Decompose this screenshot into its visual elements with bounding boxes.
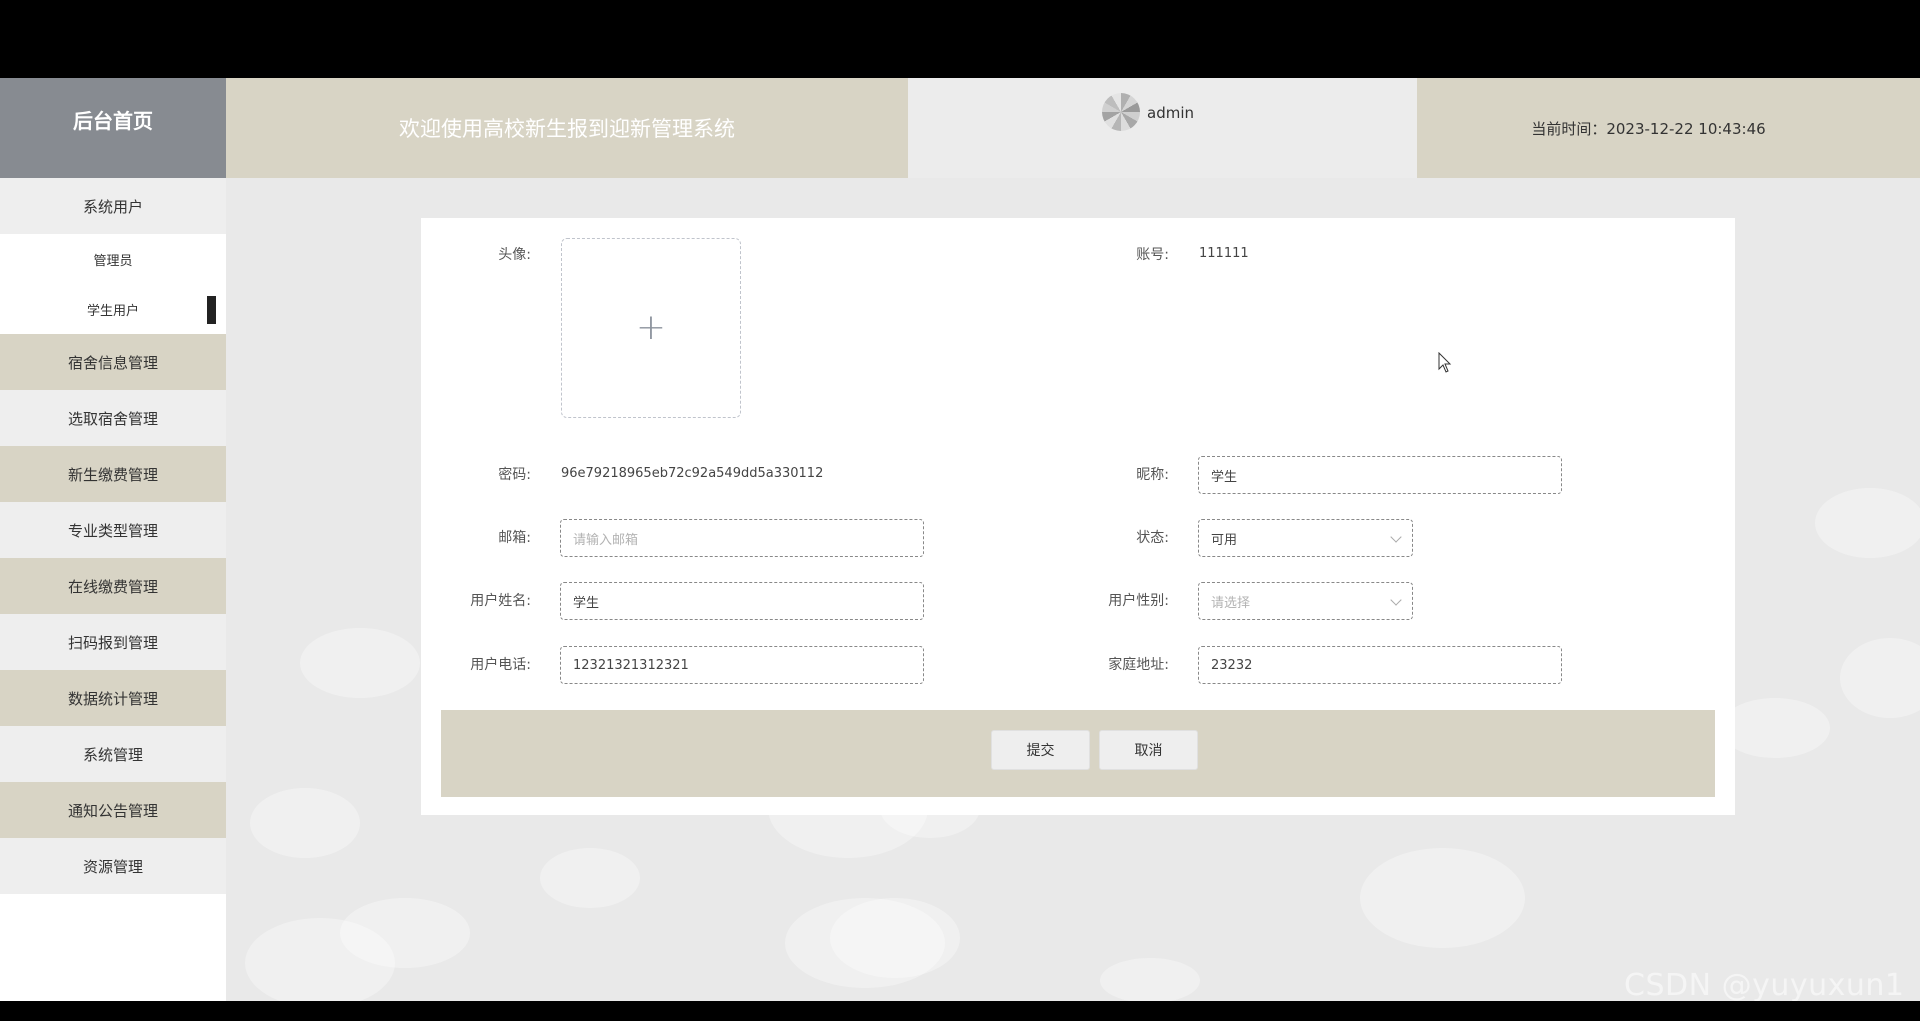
username[interactable]: admin: [1147, 104, 1194, 122]
bg-bubble: [1720, 698, 1830, 758]
app-container: 后台首页 欢迎使用高校新生报到迎新管理系统 admin 当前时间：2023-12…: [0, 78, 1920, 1001]
mouse-cursor-icon: [1438, 352, 1452, 373]
watermark: CSDN @yuyuxun1: [1624, 968, 1905, 1001]
bg-bubble: [1840, 638, 1920, 718]
bg-bubble: [245, 918, 395, 1001]
name-input[interactable]: 学生: [560, 582, 924, 620]
phone-input[interactable]: 12321321312321: [560, 646, 924, 684]
sidebar-subitem-student-users[interactable]: 学生用户: [0, 284, 226, 334]
sidebar-item-statistics[interactable]: 数据统计管理: [0, 670, 226, 726]
address-input[interactable]: 23232: [1198, 646, 1562, 684]
status-label: 状态:: [1136, 530, 1169, 546]
sidebar-item-resources[interactable]: 资源管理: [0, 838, 226, 894]
email-label: 邮箱:: [498, 530, 531, 546]
name-label: 用户姓名:: [470, 593, 531, 609]
screen-bottom-black-bar: [0, 1001, 1920, 1021]
chevron-down-icon: [1390, 594, 1402, 606]
system-title: 欢迎使用高校新生报到迎新管理系统: [226, 78, 908, 178]
avatar-upload[interactable]: +: [561, 238, 741, 418]
active-indicator: [207, 296, 216, 324]
sidebar-item-announcements[interactable]: 通知公告管理: [0, 782, 226, 838]
address-label: 家庭地址:: [1108, 657, 1169, 673]
avatar[interactable]: [1102, 93, 1140, 131]
nickname-label: 昵称:: [1136, 467, 1169, 483]
sidebar-item-major-type[interactable]: 专业类型管理: [0, 502, 226, 558]
email-input[interactable]: 请输入邮箱: [560, 519, 924, 557]
gender-label: 用户性别:: [1108, 593, 1169, 609]
sidebar-subitem-label: 学生用户: [86, 303, 139, 319]
submit-button[interactable]: 提交: [991, 730, 1090, 770]
screen-top-black-bar: [0, 0, 1920, 78]
sidebar-item-qr-checkin[interactable]: 扫码报到管理: [0, 614, 226, 670]
home-link[interactable]: 后台首页: [0, 78, 226, 178]
password-value: 96e79218965eb72c92a549dd5a330112: [561, 466, 824, 481]
sidebar-item-fee-manage[interactable]: 新生缴费管理: [0, 446, 226, 502]
sidebar-item-online-payment[interactable]: 在线缴费管理: [0, 558, 226, 614]
nickname-input[interactable]: 学生: [1198, 456, 1562, 494]
sidebar: 系统用户 管理员 学生用户 宿舍信息管理 选取宿舍管理 新生缴费管理 专业类型管…: [0, 178, 226, 1001]
gender-select-placeholder: 请选择: [1211, 595, 1251, 611]
current-time: 当前时间：2023-12-22 10:43:46: [1417, 78, 1920, 178]
sidebar-item-dorm-select[interactable]: 选取宿舍管理: [0, 390, 226, 446]
bg-bubble: [300, 628, 420, 698]
sidebar-subitem-admin[interactable]: 管理员: [0, 234, 226, 284]
user-edit-form: 头像: + 账号: 111111 密码: 96e79218965eb72c92a…: [421, 218, 1735, 815]
bg-bubble: [250, 788, 360, 858]
phone-label: 用户电话:: [470, 657, 531, 673]
bg-bubble: [540, 848, 640, 908]
cancel-button[interactable]: 取消: [1099, 730, 1198, 770]
sidebar-item-system[interactable]: 系统管理: [0, 726, 226, 782]
user-area: admin: [908, 78, 1417, 178]
plus-icon: +: [635, 307, 667, 348]
bg-bubble: [1815, 488, 1920, 558]
sidebar-group-system-users[interactable]: 系统用户: [0, 178, 226, 234]
avatar-label: 头像:: [498, 247, 531, 263]
account-value: 111111: [1199, 246, 1249, 261]
bg-bubble: [1360, 848, 1525, 948]
password-label: 密码:: [498, 467, 531, 483]
bg-bubble: [1100, 958, 1200, 1001]
status-select[interactable]: 可用: [1198, 519, 1413, 557]
status-select-value: 可用: [1211, 532, 1238, 548]
form-actions: 提交 取消: [441, 710, 1715, 797]
account-label: 账号:: [1136, 247, 1169, 263]
sidebar-item-dorm-info[interactable]: 宿舍信息管理: [0, 334, 226, 390]
chevron-down-icon: [1390, 531, 1402, 543]
sidebar-subitem-label: 管理员: [93, 253, 133, 269]
gender-select[interactable]: 请选择: [1198, 582, 1413, 620]
bg-bubble: [830, 898, 960, 978]
